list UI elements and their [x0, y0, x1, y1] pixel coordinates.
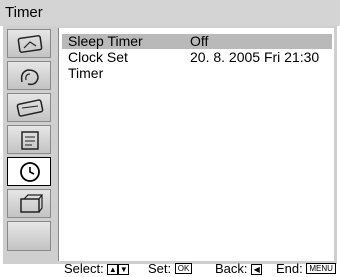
- set-hint: Set: OK: [148, 261, 193, 277]
- set-label: Set:: [148, 261, 172, 276]
- sidebar-item-timer[interactable]: [7, 157, 51, 186]
- ok-key-icon: OK: [174, 263, 193, 274]
- menu-row-timer[interactable]: Timer: [62, 66, 332, 81]
- menu-row-label: Timer: [68, 65, 104, 81]
- window-title: Timer: [5, 4, 43, 21]
- screen-icon: [16, 99, 44, 117]
- channel-icon: [21, 131, 39, 150]
- down-arrow-icon: ▼: [118, 264, 130, 275]
- sound-icon: [20, 69, 39, 86]
- sidebar-item-picture[interactable]: [7, 29, 51, 58]
- back-hint: Back: ◀: [215, 261, 263, 277]
- select-label: Select:: [64, 261, 104, 276]
- sidebar-item-setup[interactable]: [7, 189, 51, 218]
- menu-row-label: Sleep Timer: [68, 33, 143, 49]
- title-bar: Timer: [0, 0, 340, 26]
- sidebar-item-empty: [7, 221, 51, 251]
- select-hint: Select: ▲ ▼: [64, 261, 130, 277]
- menu-row-label: Clock Set: [68, 49, 128, 65]
- sidebar: [5, 29, 52, 259]
- setup-icon: [20, 194, 44, 213]
- sidebar-item-channel[interactable]: [7, 125, 51, 154]
- footer-help: Select: ▲ ▼ Set: OK Back: ◀ End: MENU: [0, 261, 340, 277]
- menu-row-clock-set[interactable]: Clock Set 20. 8. 2005 Fri 21:30: [62, 50, 332, 65]
- up-arrow-icon: ▲: [107, 264, 119, 275]
- end-label: End:: [276, 261, 303, 276]
- end-hint: End: MENU: [276, 261, 336, 277]
- menu-row-value: Off: [190, 33, 209, 49]
- menu-row-sleep-timer[interactable]: Sleep Timer Off: [62, 34, 332, 49]
- picture-icon: [17, 35, 43, 53]
- sidebar-item-sound[interactable]: [7, 61, 51, 90]
- sidebar-item-screen[interactable]: [7, 93, 51, 122]
- timer-clock-icon: [20, 162, 40, 182]
- back-label: Back:: [215, 261, 248, 276]
- menu-key-icon: MENU: [306, 263, 336, 274]
- left-arrow-icon: ◀: [251, 264, 263, 275]
- menu-row-value: 20. 8. 2005 Fri 21:30: [190, 49, 320, 65]
